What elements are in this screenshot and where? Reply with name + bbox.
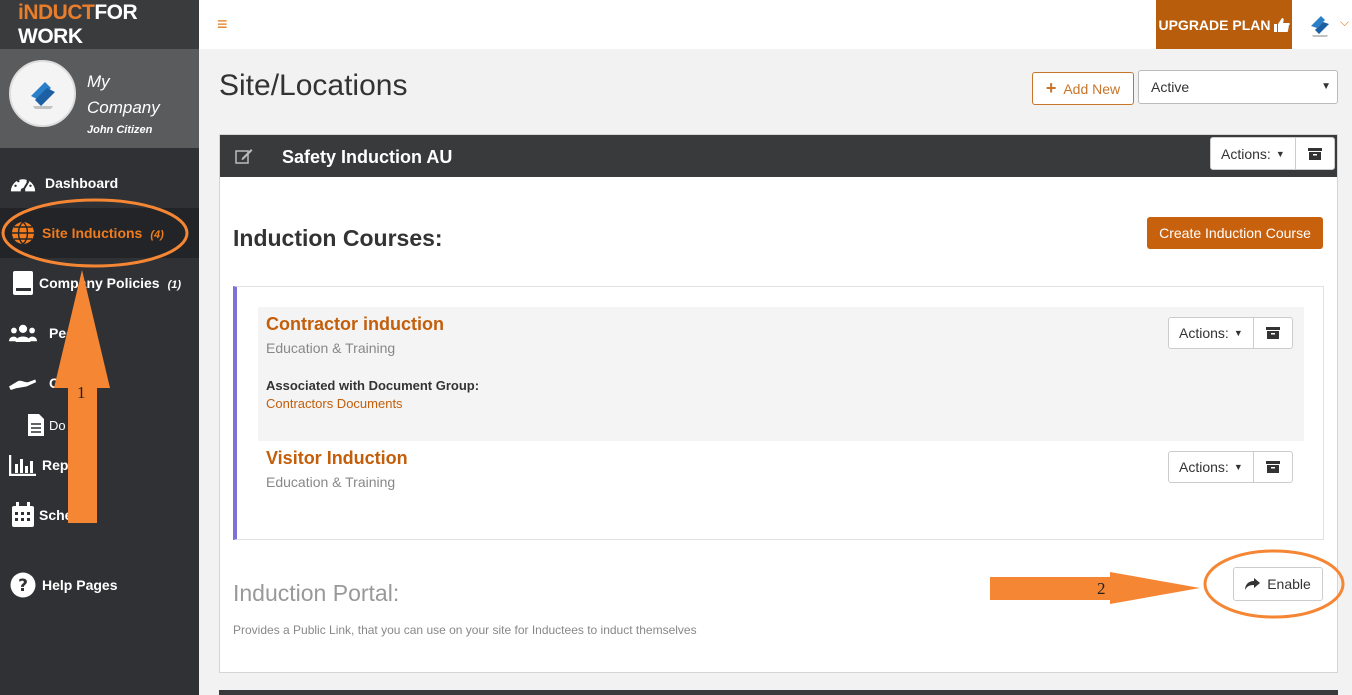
count-badge: (4) (150, 229, 164, 241)
dashboard-icon (9, 169, 37, 197)
course-actions-group: Actions: ▼ (1168, 317, 1293, 349)
profile-panel: My Company John Citizen (0, 49, 199, 148)
people-icon (9, 319, 37, 347)
hand-icon (9, 369, 37, 397)
bar-chart-icon (9, 451, 37, 479)
course-category: Education & Training (266, 474, 396, 490)
induction-courses-heading: Induction Courses: (233, 225, 443, 251)
svg-text:?: ? (18, 576, 28, 596)
app-logo[interactable]: iNDUCTFOR WORK (18, 1, 199, 49)
book-icon (9, 269, 37, 297)
sidebar-item-help-pages[interactable]: ? Help Pages (0, 560, 199, 610)
course-actions-button[interactable]: Actions: ▼ (1169, 318, 1254, 348)
top-bar: ≡ UPGRADE PLAN ⌵ (199, 0, 1352, 49)
course-category: Education & Training (266, 340, 396, 356)
sidebar: iNDUCTFOR WORK My Company John Citizen D… (0, 0, 199, 695)
thumbs-up-icon (1273, 17, 1290, 32)
edit-icon[interactable] (235, 148, 253, 169)
site-name: Safety Induction AU (282, 147, 453, 167)
menu-toggle-icon[interactable]: ≡ (217, 14, 228, 35)
sidebar-item-site-inductions[interactable]: Site Inductions (4) (0, 208, 199, 258)
user-name: John Citizen (87, 124, 153, 136)
sidebar-item-schedule[interactable]: Sche (0, 490, 199, 540)
create-induction-course-button[interactable]: Create Induction Course (1147, 217, 1323, 249)
add-new-button[interactable]: + Add New (1032, 72, 1134, 105)
upgrade-plan-button[interactable]: UPGRADE PLAN (1156, 0, 1292, 49)
company-name: My Company (87, 72, 160, 117)
sidebar-item-reports[interactable]: Rep (0, 440, 199, 490)
sidebar-item-dashboard[interactable]: Dashboard (0, 158, 199, 208)
course-actions-button[interactable]: Actions: ▼ (1169, 452, 1254, 482)
page-title: Site/Locations (219, 69, 408, 102)
company-logo-icon (30, 81, 55, 109)
sidebar-item-label: Site Inductions (42, 225, 143, 241)
company-avatar[interactable] (9, 60, 76, 127)
annotation-number: 1 (77, 383, 86, 402)
next-panel-edge (219, 690, 1338, 695)
induction-portal-description: Provides a Public Link, that you can use… (233, 623, 697, 637)
annotation-number: 2 (1097, 579, 1106, 598)
document-icon (22, 411, 50, 439)
induction-portal-heading: Induction Portal: (233, 580, 400, 606)
sidebar-item-people[interactable]: Peo (0, 308, 199, 358)
globe-icon (9, 219, 37, 247)
archive-icon[interactable] (1296, 138, 1334, 169)
enable-portal-button[interactable]: Enable (1233, 567, 1323, 601)
logo-bar: iNDUCTFOR WORK (0, 0, 199, 49)
help-icon: ? (9, 571, 37, 599)
chevron-down-icon[interactable]: ⌵ (1340, 15, 1349, 30)
course-actions-group: Actions: ▼ (1168, 451, 1293, 483)
course-title-link[interactable]: Contractor induction (266, 314, 444, 335)
plus-icon: + (1045, 78, 1057, 98)
assoc-label: Associated with Document Group: (266, 378, 480, 393)
site-actions-group: Actions: ▼ (1210, 137, 1335, 170)
sidebar-item-company-policies[interactable]: Company Policies (1) (0, 258, 199, 308)
archive-icon[interactable] (1254, 452, 1292, 482)
site-actions-button[interactable]: Actions: ▼ (1211, 138, 1296, 169)
archive-icon[interactable] (1254, 318, 1292, 348)
status-filter-select[interactable]: Active ▼ (1138, 70, 1338, 104)
user-avatar-icon[interactable] (1305, 10, 1335, 40)
chevron-down-icon: ▼ (1321, 81, 1331, 92)
share-arrow-icon (1245, 578, 1261, 590)
document-group-link[interactable]: Contractors Documents (266, 396, 403, 411)
course-title-link[interactable]: Visitor Induction (266, 448, 408, 469)
site-panel-header: Safety Induction AU Actions: ▼ (220, 135, 1337, 177)
calendar-icon (9, 501, 37, 529)
